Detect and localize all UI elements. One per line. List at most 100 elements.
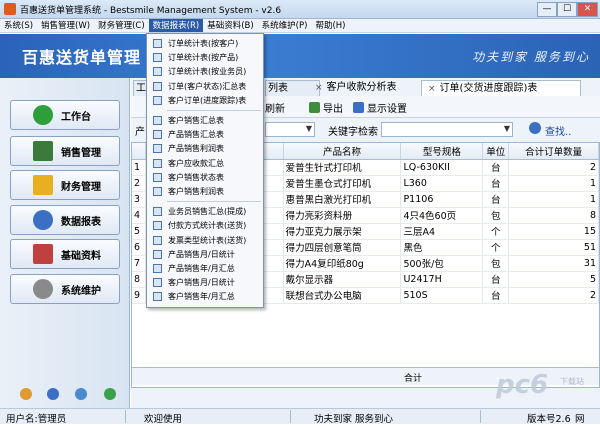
sidebar-item-workbench[interactable]: 工作台 xyxy=(10,100,120,130)
cell-total-qty: 2 xyxy=(508,287,599,304)
menu-basic-data[interactable]: 基础资料(B) xyxy=(203,19,257,32)
minimize-button[interactable]: — xyxy=(537,2,557,17)
dropdown-item[interactable]: 客户销售月/日统计 xyxy=(149,276,261,289)
sidebar-item-maintenance[interactable]: 系统维护 xyxy=(10,274,120,304)
tab-label: 订单(交货进度跟踪)表 xyxy=(439,83,538,94)
menu-reports[interactable]: 数据报表(R) xyxy=(148,19,204,32)
report-icon xyxy=(153,221,162,231)
search-button[interactable]: 查找.. xyxy=(545,123,571,138)
close-button[interactable]: ✕ xyxy=(577,2,598,17)
dropdown-item[interactable]: 业务员销售汇总(提成) xyxy=(149,205,261,218)
menu-finance[interactable]: 财务管理(C) xyxy=(94,19,149,32)
cell-unit: 台 xyxy=(482,159,510,176)
dropdown-item[interactable]: 订单统计表(按业务员) xyxy=(149,65,261,78)
dropdown-item[interactable]: 订单统计表(按产品) xyxy=(149,51,261,64)
tab-workbench[interactable]: 工 xyxy=(133,80,147,96)
info-icon[interactable] xyxy=(75,388,87,400)
report-icon xyxy=(153,292,162,302)
tab-label: 客户收款分析表 xyxy=(326,82,397,93)
cell-unit: 台 xyxy=(482,191,510,208)
report-icon xyxy=(153,95,162,105)
brand-title: 百惠送货单管理 xyxy=(22,48,142,67)
report-icon xyxy=(153,39,162,48)
menu-sales[interactable]: 销售管理(W) xyxy=(37,19,94,32)
keyword-label: 关键字检索 xyxy=(328,127,378,138)
search-icon[interactable] xyxy=(529,122,541,134)
cell-unit: 包 xyxy=(482,255,510,272)
col-header-unit[interactable]: 单位 xyxy=(482,143,510,160)
menu-maintenance[interactable]: 系统维护(P) xyxy=(258,19,312,32)
col-header-product-name[interactable]: 产品名称 xyxy=(283,143,402,160)
dropdown-item[interactable]: 付款方式统计表(送货) xyxy=(149,219,261,232)
cell-index: 2 xyxy=(132,175,147,192)
gear-icon xyxy=(33,279,53,299)
dropdown-item[interactable]: 订单(客户状态)汇总表 xyxy=(149,80,261,93)
dropdown-item-label: 客户销售月/日统计 xyxy=(168,278,235,288)
dropdown-item[interactable]: 客户销售利润表 xyxy=(149,185,261,198)
reports-dropdown-menu: 订单统计表(按客户) 订单统计表(按产品) 订单统计表(按业务员) 订单(客户状态)汇… xyxy=(146,33,264,308)
status-user: 用户名:管理员 xyxy=(6,414,67,425)
sidebar-item-finance[interactable]: 财务管理 xyxy=(10,170,120,200)
close-icon[interactable]: × xyxy=(428,84,436,94)
dropdown-item-label: 订单统计表(按客户) xyxy=(168,39,239,48)
menu-system[interactable]: 系统(S) xyxy=(0,19,37,32)
maximize-button[interactable]: ☐ xyxy=(557,2,577,17)
sidebar-item-reports[interactable]: 数据报表 xyxy=(10,205,120,235)
sidebar-item-label: 工作台 xyxy=(61,111,91,123)
clock-icon[interactable] xyxy=(47,388,59,400)
refresh-button[interactable]: 刷新 xyxy=(265,100,285,115)
dropdown-item[interactable]: 客户订单(进度跟踪)表 xyxy=(149,94,261,107)
lock-icon[interactable] xyxy=(20,388,32,400)
dropdown-item[interactable]: 产品销售汇总表 xyxy=(149,128,261,141)
export-icon xyxy=(309,102,320,113)
sum-label: 合计 xyxy=(404,374,423,384)
export-button[interactable]: 导出 xyxy=(309,100,343,115)
dropdown-item[interactable]: 产品销售年/月汇总 xyxy=(149,262,261,275)
dropdown-item[interactable]: 客户应收款汇总 xyxy=(149,157,261,170)
filter-label: 产 xyxy=(135,127,145,138)
cell-product-name: 得力四层创意笔筒 xyxy=(283,239,402,256)
settings-icon xyxy=(353,102,364,113)
cell-model: U2417H xyxy=(400,271,484,288)
status-bar: 用户名:管理员 欢迎使用 功夫到家 服务到心 版本号2.6 网 xyxy=(0,408,600,425)
display-settings-button[interactable]: 显示设置 xyxy=(353,100,407,115)
cell-model: 4只4色60页 xyxy=(400,207,484,224)
keyword-input[interactable]: ▼ xyxy=(381,122,513,137)
sidebar-item-sales[interactable]: 销售管理 xyxy=(10,136,120,166)
report-icon xyxy=(153,278,162,288)
col-header-model[interactable]: 型号规格 xyxy=(400,143,484,160)
dropdown-item[interactable]: 客户销售状态表 xyxy=(149,171,261,184)
sidebar: 工作台 销售管理 财务管理 数据报表 基础资料 系统维护 xyxy=(0,78,130,408)
banner-slogan: 功夫到家 服务到心 xyxy=(472,50,590,64)
checkmark-icon xyxy=(33,105,53,125)
dropdown-item[interactable]: 产品销售利润表 xyxy=(149,142,261,155)
header-banner: 百惠送货单管理 功夫到家 服务到心 xyxy=(0,34,600,78)
dropdown-item-label: 发票类型统计表(送货) xyxy=(168,235,247,245)
dropdown-item[interactable]: 发票类型统计表(送货) xyxy=(149,234,261,247)
cell-model: P1106 xyxy=(400,191,484,208)
col-header-total-qty[interactable]: 合计订单数量 xyxy=(508,143,599,160)
dropdown-item-label: 客户销售汇总表 xyxy=(168,116,224,125)
app-icon xyxy=(4,3,16,15)
col-header-index[interactable] xyxy=(132,143,147,160)
menu-help[interactable]: 帮助(H) xyxy=(311,19,349,32)
dropdown-item-label: 订单(客户状态)汇总表 xyxy=(168,81,247,91)
status-welcome: 欢迎使用 xyxy=(144,414,183,425)
dropdown-item[interactable]: 客户销售汇总表 xyxy=(149,114,261,127)
tab-customer-payment[interactable]: × 客户收款分析表 xyxy=(309,80,417,96)
cell-index: 9 xyxy=(132,287,147,304)
dropdown-item[interactable]: 客户销售年/月汇总 xyxy=(149,290,261,303)
product-filter-select[interactable]: ▼ xyxy=(265,122,315,137)
sidebar-item-basic-data[interactable]: 基础资料 xyxy=(10,239,120,269)
dropdown-item[interactable]: 订单统计表(按客户) xyxy=(149,37,261,50)
cell-model: 三层A4 xyxy=(400,223,484,240)
dropdown-item[interactable]: 产品销售月/日统计 xyxy=(149,248,261,261)
report-icon xyxy=(153,249,162,259)
tab-order-progress[interactable]: × 订单(交货进度跟踪)表 xyxy=(421,80,581,96)
report-icon xyxy=(153,172,162,182)
refresh-icon[interactable] xyxy=(104,388,116,400)
dropdown-item-label: 产品销售汇总表 xyxy=(168,130,224,140)
cell-model: 500张/包 xyxy=(400,255,484,272)
menu-separator xyxy=(167,201,261,203)
close-icon[interactable]: × xyxy=(315,83,323,93)
